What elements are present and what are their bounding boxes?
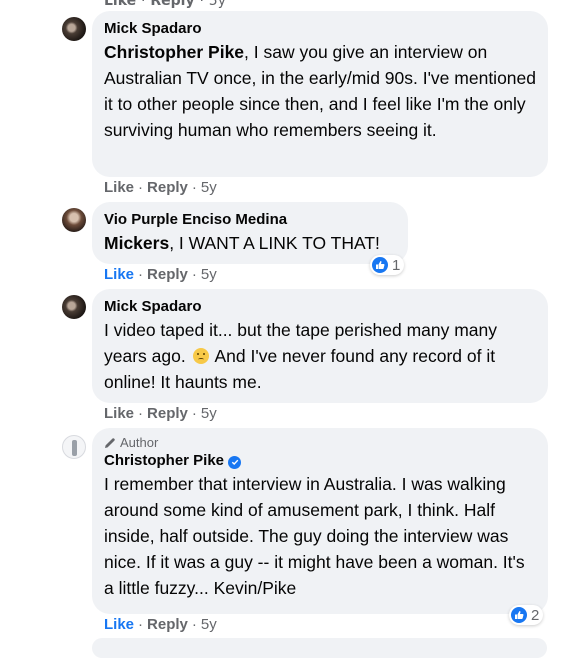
mention-link[interactable]: Christopher Pike bbox=[104, 42, 244, 62]
timestamp[interactable]: 5y bbox=[201, 266, 217, 283]
comment-bubble: Mick Spadaro I video taped it... but the… bbox=[92, 289, 548, 403]
reply-link[interactable]: Reply bbox=[147, 405, 188, 422]
pencil-icon bbox=[105, 438, 115, 448]
comment-author-row: Christopher Pike bbox=[104, 451, 536, 471]
comment-author[interactable]: Christopher Pike bbox=[104, 452, 224, 469]
comment-actions: Like · Reply · 5y bbox=[104, 179, 217, 196]
separator: · bbox=[191, 405, 197, 422]
comment-bubble: Vio Purple Enciso Medina Mickers, I WANT… bbox=[92, 202, 408, 264]
reply-link[interactable]: Reply bbox=[147, 179, 188, 196]
like-link[interactable]: Like bbox=[104, 405, 134, 422]
comment-bubble: Mick Spadaro Christopher Pike, I saw you… bbox=[92, 11, 548, 177]
comment-author[interactable]: Vio Purple Enciso Medina bbox=[104, 210, 396, 230]
reaction-count[interactable]: 2 bbox=[509, 605, 544, 625]
comment-bubble: Author Christopher Pike I remember that … bbox=[92, 428, 548, 614]
avatar[interactable] bbox=[62, 295, 86, 319]
reply-link[interactable]: Reply bbox=[147, 266, 188, 283]
separator: · bbox=[191, 616, 197, 633]
timestamp[interactable]: 5y bbox=[201, 405, 217, 422]
comment-actions: Like · Reply · 5y bbox=[104, 405, 217, 422]
avatar[interactable] bbox=[62, 435, 86, 459]
next-comment-bubble bbox=[92, 638, 547, 658]
comment-actions: Like · Reply · 5y bbox=[104, 266, 217, 283]
separator: · bbox=[138, 405, 144, 422]
thumbs-up-icon bbox=[511, 607, 527, 623]
like-link[interactable]: Like bbox=[104, 266, 134, 283]
comment-text: I remember that interview in Australia. … bbox=[104, 474, 525, 598]
reply-link[interactable]: Reply bbox=[150, 0, 194, 9]
separator: · bbox=[138, 266, 144, 283]
comment-text: Mickers, I WANT A LINK TO THAT! bbox=[104, 230, 396, 256]
separator: · bbox=[138, 179, 144, 196]
reaction-number: 2 bbox=[531, 606, 540, 624]
reaction-count[interactable]: 1 bbox=[370, 255, 405, 275]
comment-body: , I WANT A LINK TO THAT! bbox=[169, 233, 380, 253]
comment-text: Christopher Pike, I saw you give an inte… bbox=[104, 39, 536, 143]
avatar[interactable] bbox=[62, 208, 86, 232]
timestamp[interactable]: 5y bbox=[201, 179, 217, 196]
mention-link[interactable]: Mickers bbox=[104, 233, 169, 253]
separator: · bbox=[191, 179, 197, 196]
author-badge: Author bbox=[104, 435, 536, 451]
avatar[interactable] bbox=[62, 17, 86, 41]
like-link[interactable]: Like bbox=[104, 179, 134, 196]
verified-badge-icon bbox=[228, 455, 242, 469]
previous-comment-actions: Like · Reply · 5y bbox=[104, 0, 226, 9]
comment-author[interactable]: Mick Spadaro bbox=[104, 19, 536, 39]
separator: · bbox=[199, 0, 204, 9]
reply-link[interactable]: Reply bbox=[147, 616, 188, 633]
reaction-number: 1 bbox=[392, 256, 401, 274]
comment-actions: Like · Reply · 5y bbox=[104, 616, 217, 633]
comment-text: I video taped it... but the tape perishe… bbox=[104, 317, 536, 395]
separator: · bbox=[141, 0, 146, 9]
like-link[interactable]: Like bbox=[104, 0, 136, 9]
separator: · bbox=[191, 266, 197, 283]
timestamp[interactable]: 5y bbox=[201, 616, 217, 633]
like-link[interactable]: Like bbox=[104, 616, 134, 633]
thumbs-up-icon bbox=[372, 257, 388, 273]
separator: · bbox=[138, 616, 144, 633]
confused-face-emoji-icon bbox=[192, 348, 209, 364]
comment-author[interactable]: Mick Spadaro bbox=[104, 297, 536, 317]
timestamp[interactable]: 5y bbox=[209, 0, 226, 9]
author-badge-label: Author bbox=[120, 435, 159, 450]
